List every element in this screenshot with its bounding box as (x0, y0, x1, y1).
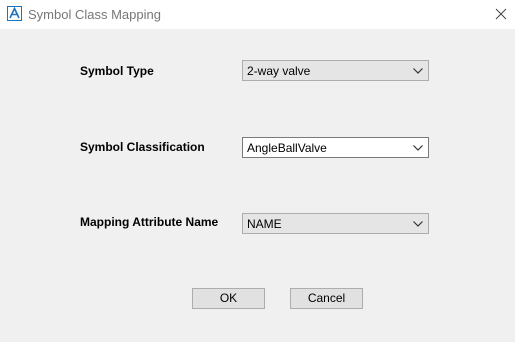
cancel-button[interactable]: Cancel (290, 288, 363, 309)
symbol-class-mapping-dialog: Symbol Class Mapping Symbol Type 2-way v… (0, 0, 515, 342)
chevron-down-icon (413, 68, 423, 74)
mapping-attribute-value: NAME (247, 217, 282, 231)
chevron-down-icon (413, 221, 423, 227)
symbol-type-value: 2-way valve (247, 64, 311, 78)
app-icon (7, 6, 22, 21)
window-title: Symbol Class Mapping (28, 7, 161, 22)
close-button[interactable] (486, 0, 515, 29)
symbol-classification-dropdown[interactable]: AngleBallValve (242, 137, 429, 158)
chevron-down-icon (413, 145, 423, 151)
symbol-type-dropdown[interactable]: 2-way valve (242, 60, 429, 81)
mapping-attribute-dropdown[interactable]: NAME (242, 213, 429, 234)
symbol-classification-label: Symbol Classification (80, 140, 205, 154)
mapping-attribute-label: Mapping Attribute Name (80, 215, 219, 229)
ok-button[interactable]: OK (192, 288, 265, 309)
close-icon (495, 8, 507, 20)
title-bar: Symbol Class Mapping (0, 0, 515, 29)
symbol-classification-value: AngleBallValve (247, 141, 327, 155)
symbol-type-label: Symbol Type (80, 64, 154, 78)
